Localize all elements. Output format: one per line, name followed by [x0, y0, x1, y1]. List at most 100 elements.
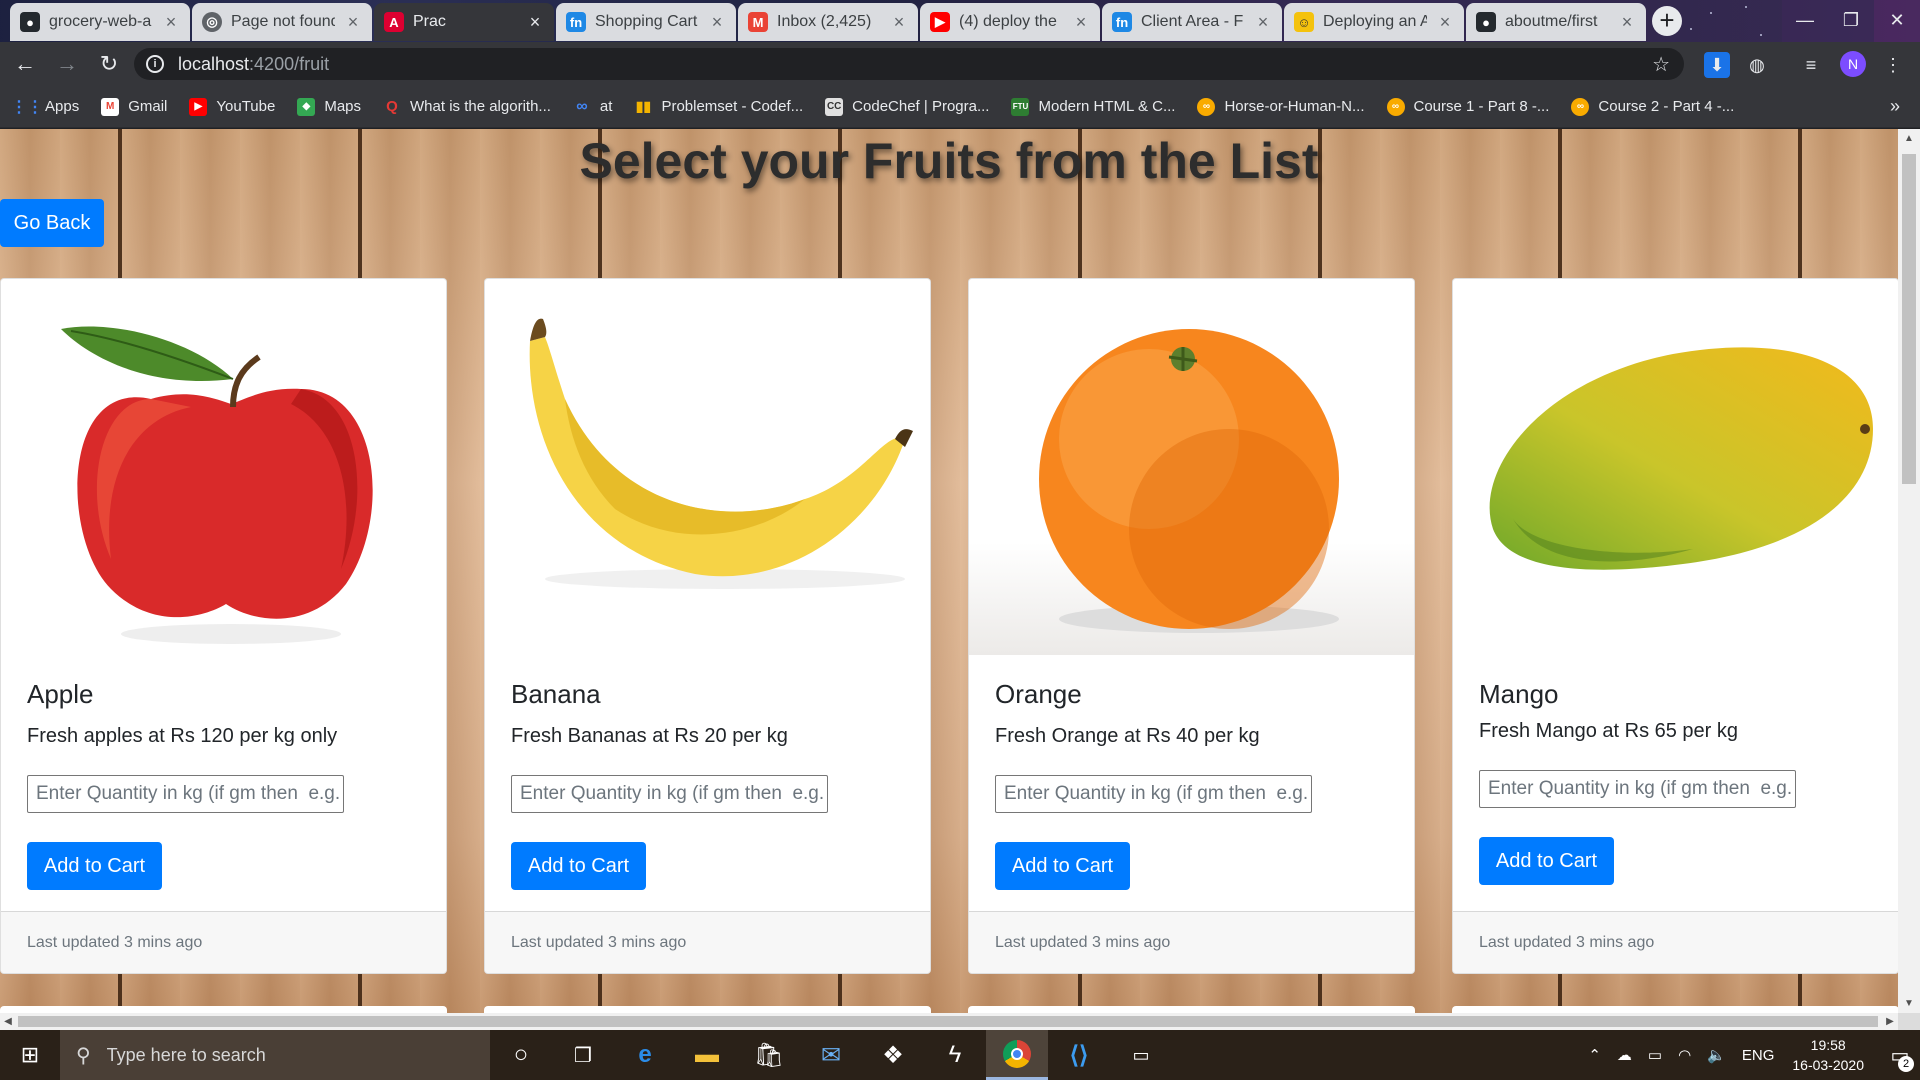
tab-client-area[interactable]: fn Client Area - F × — [1102, 3, 1282, 41]
chrome-icon[interactable] — [986, 1030, 1048, 1080]
close-icon[interactable]: × — [1618, 12, 1636, 33]
bookmark-codeforces[interactable]: ▮▮ Problemset - Codef... — [634, 98, 803, 116]
close-icon[interactable]: × — [1254, 12, 1272, 33]
tab-inbox[interactable]: M Inbox (2,425) × — [738, 3, 918, 41]
notification-center-icon[interactable]: ▭ 2 — [1880, 1030, 1920, 1080]
scrollbar-thumb[interactable] — [1902, 154, 1916, 484]
language-indicator[interactable]: ENG — [1742, 1047, 1775, 1064]
file-explorer-icon[interactable]: ▬ — [676, 1030, 738, 1080]
bookmark-course-2[interactable]: ∞ Course 2 - Part 4 -... — [1571, 97, 1734, 116]
mail-icon[interactable]: ✉ — [800, 1030, 862, 1080]
quantity-input[interactable] — [995, 775, 1312, 813]
card-footer: Last updated 3 mins ago — [485, 911, 930, 973]
banana-image — [485, 279, 930, 655]
bookmark-maps[interactable]: ◆ Maps — [297, 97, 361, 116]
colab-icon: ∞ — [1197, 97, 1216, 116]
dropbox-icon[interactable]: ❖ — [862, 1030, 924, 1080]
menu-kebab-icon[interactable]: ⋮ — [1880, 52, 1906, 78]
address-bar[interactable]: i localhost:4200/fruit ☆ — [134, 48, 1684, 80]
bookmark-youtube[interactable]: ▶ YouTube — [189, 97, 275, 116]
scrollbar-thumb[interactable] — [18, 1016, 1878, 1027]
tab-grocery-web-app[interactable]: ● grocery-web-a × — [10, 3, 190, 41]
wifi-icon[interactable]: ◠ — [1678, 1046, 1691, 1064]
vertical-scrollbar[interactable]: ▲ ▼ — [1898, 129, 1920, 1013]
close-icon[interactable]: × — [344, 12, 362, 33]
scroll-down-arrow-icon[interactable]: ▼ — [1898, 998, 1920, 1009]
media-control-icon[interactable]: ≡ — [1798, 52, 1824, 78]
add-to-cart-button[interactable]: Add to Cart — [511, 842, 646, 890]
back-arrow-icon[interactable]: ← — [10, 50, 40, 78]
bookmark-modern-html[interactable]: FTU Modern HTML & C... — [1011, 97, 1175, 116]
ftu-icon: FTU — [1011, 97, 1030, 116]
close-icon[interactable]: × — [526, 12, 544, 33]
more-bookmarks-icon[interactable]: » — [1890, 96, 1900, 117]
horizontal-scrollbar[interactable]: ◀ ▶ — [0, 1013, 1898, 1030]
avatar[interactable]: N — [1840, 51, 1866, 77]
card-footer: Last updated 3 mins ago — [969, 911, 1414, 973]
vscode-icon[interactable]: ⟨⟩ — [1048, 1030, 1110, 1080]
tab-page-not-found[interactable]: ◎ Page not found × — [192, 3, 372, 41]
quantity-input[interactable] — [27, 775, 344, 813]
scroll-right-arrow-icon[interactable]: ▶ — [1882, 1013, 1898, 1030]
bookmark-label: at — [599, 98, 613, 115]
close-icon[interactable]: × — [1436, 12, 1454, 33]
reload-icon[interactable]: ↻ — [94, 50, 124, 78]
quantity-input[interactable] — [511, 775, 828, 813]
page-title: Select your Fruits from the List — [579, 133, 1319, 189]
close-icon[interactable]: × — [890, 12, 908, 33]
bar-chart-icon: ▮▮ — [635, 98, 652, 114]
window-close-button[interactable]: ✕ — [1874, 0, 1920, 42]
terminal-icon[interactable]: ▭ — [1110, 1030, 1172, 1080]
quantity-input[interactable] — [1479, 770, 1796, 808]
windows-start-icon[interactable]: ⊞ — [0, 1030, 60, 1080]
new-tab-button[interactable]: + — [1652, 6, 1682, 36]
bookmark-star-icon[interactable]: ☆ — [1652, 52, 1670, 77]
scroll-left-arrow-icon[interactable]: ◀ — [0, 1013, 16, 1030]
bookmark-quora[interactable]: Q What is the algorith... — [383, 98, 551, 116]
close-icon[interactable]: × — [162, 12, 180, 33]
battery-icon[interactable]: ▭ — [1648, 1046, 1662, 1064]
tab-deploy-video[interactable]: ▶ (4) deploy the × — [920, 3, 1100, 41]
go-back-button[interactable]: Go Back — [0, 199, 104, 247]
globe-icon[interactable]: ◍ — [1744, 52, 1770, 78]
next-row-card — [484, 1006, 931, 1013]
tab-shopping-cart[interactable]: fn Shopping Cart × — [556, 3, 736, 41]
download-icon[interactable]: ⬇ — [1704, 52, 1730, 78]
cortana-icon[interactable]: ○ — [490, 1030, 552, 1080]
taskbar-search[interactable]: ⚲ Type here to search — [60, 1030, 490, 1080]
bookmark-at[interactable]: ∞ at — [573, 98, 613, 116]
volume-icon[interactable]: 🔈 — [1707, 1046, 1726, 1064]
window-controls: — ❐ ✕ — [1782, 0, 1920, 42]
app-icon[interactable]: ϟ — [924, 1030, 986, 1080]
bookmark-gmail[interactable]: M Gmail — [101, 97, 167, 116]
task-view-icon[interactable]: ❐ — [552, 1030, 614, 1080]
edge-icon[interactable]: e — [614, 1030, 676, 1080]
close-icon[interactable]: × — [708, 12, 726, 33]
store-icon[interactable]: 🛍 — [738, 1030, 800, 1080]
forward-arrow-icon[interactable]: → — [52, 50, 82, 78]
chevron-up-icon[interactable]: ⌃ — [1588, 1046, 1601, 1064]
onedrive-icon[interactable]: ☁ — [1617, 1046, 1632, 1064]
bookmark-apps[interactable]: ⋮⋮ Apps — [11, 98, 79, 116]
add-to-cart-button[interactable]: Add to Cart — [1479, 837, 1614, 885]
bookmark-horse-or-human[interactable]: ∞ Horse-or-Human-N... — [1197, 97, 1365, 116]
tab-title: Client Area - F — [1141, 13, 1244, 30]
tab-aboutme[interactable]: ● aboutme/first × — [1466, 3, 1646, 41]
add-to-cart-button[interactable]: Add to Cart — [995, 842, 1130, 890]
tab-deploying[interactable]: ☺ Deploying an A × — [1284, 3, 1464, 41]
close-icon[interactable]: × — [1072, 12, 1090, 33]
colab-icon: ∞ — [1571, 97, 1590, 116]
bookmark-course-1[interactable]: ∞ Course 1 - Part 8 -... — [1386, 97, 1549, 116]
maps-icon: ◆ — [297, 97, 316, 116]
bookmark-codechef[interactable]: CC CodeChef | Progra... — [825, 97, 989, 116]
clock[interactable]: 19:58 16-03-2020 — [1792, 1035, 1864, 1075]
tab-prac[interactable]: A Prac × — [374, 3, 554, 41]
add-to-cart-button[interactable]: Add to Cart — [27, 842, 162, 890]
scroll-up-arrow-icon[interactable]: ▲ — [1898, 133, 1920, 144]
minimize-button[interactable]: — — [1782, 0, 1828, 42]
maximize-button[interactable]: ❐ — [1828, 0, 1874, 42]
tab-title: (4) deploy the — [959, 13, 1057, 30]
bookmark-label: What is the algorith... — [410, 98, 551, 115]
site-info-icon[interactable]: i — [146, 55, 164, 73]
github-icon: ● — [1476, 12, 1496, 32]
